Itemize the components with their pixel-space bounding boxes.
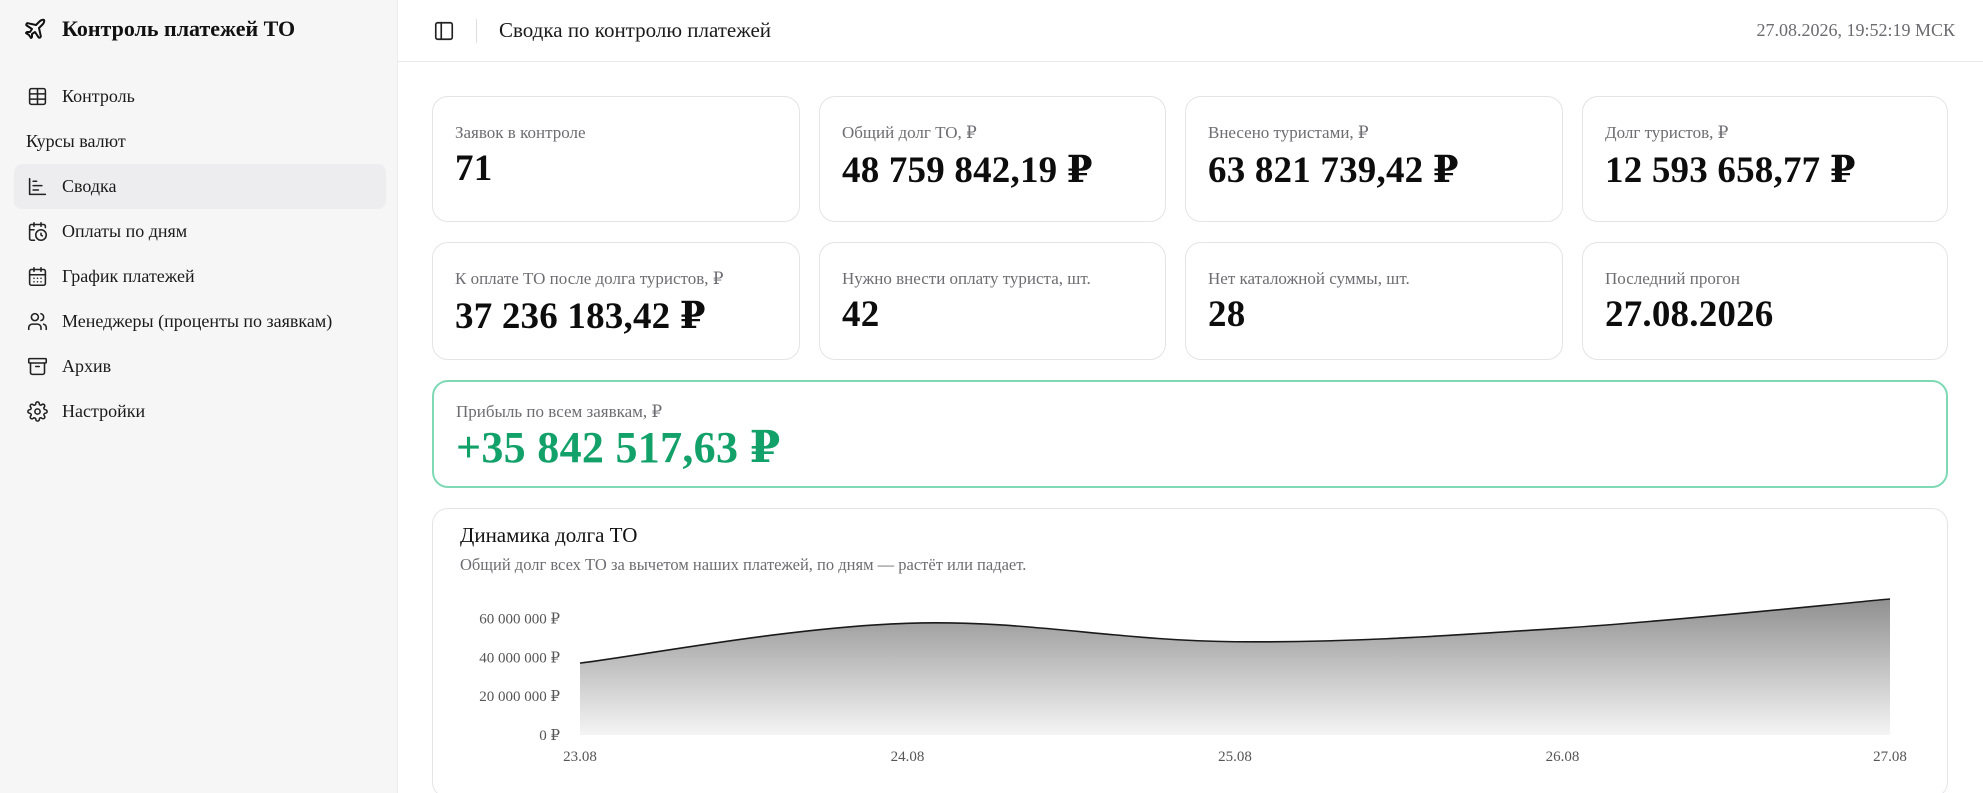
stat-label: Нет каталожной суммы, шт. xyxy=(1208,269,1410,288)
sidebar-item-label: Контроль xyxy=(62,86,135,106)
y-tick-label: 0 ₽ xyxy=(539,728,560,744)
stat-value: 37 236 183,42 ₽ xyxy=(455,296,706,337)
y-tick-label: 40 000 000 ₽ xyxy=(479,650,560,666)
sidebar-item-payments-by-day[interactable]: Оплаты по дням xyxy=(14,209,386,254)
sidebar-item-label: Менеджеры (проценты по заявкам) xyxy=(62,311,333,331)
archive-icon xyxy=(26,356,48,378)
sidebar-item-summary[interactable]: Сводка xyxy=(14,164,386,209)
calendar-icon xyxy=(26,266,48,288)
header-timestamp: 27.08.2026, 19:52:19 МСК xyxy=(1756,20,1955,40)
sidebar-item-label: Архив xyxy=(62,356,112,376)
profit-label: Прибыль по всем заявкам, ₽ xyxy=(456,402,663,421)
table-icon xyxy=(26,86,48,108)
sidebar-toggle-icon xyxy=(434,21,454,40)
stat-value: 42 xyxy=(842,294,880,335)
sidebar-item-label: Курсы валют xyxy=(26,131,126,151)
plane-icon xyxy=(22,16,48,42)
stat-card-paid-by-tourists: Внесено туристами, ₽ 63 821 739,42 ₽ xyxy=(1185,96,1563,222)
sidebar-item-settings[interactable]: Настройки xyxy=(14,389,386,434)
stat-value: 71 xyxy=(455,148,493,189)
sidebar-item-label: График платежей xyxy=(62,266,195,286)
x-tick-label: 24.08 xyxy=(891,749,925,765)
chart-title: Динамика долга ТО xyxy=(460,523,638,547)
stat-label: Последний прогон xyxy=(1605,269,1740,288)
calendar-clock-icon xyxy=(26,221,48,243)
sidebar-item-control[interactable]: Контроль xyxy=(14,74,386,119)
stat-value: 48 759 842,19 ₽ xyxy=(842,150,1093,191)
page-title: Сводка по контролю платежей xyxy=(499,18,772,42)
sidebar-item-label: Настройки xyxy=(62,401,146,421)
sidebar-toggle-button[interactable] xyxy=(432,19,456,43)
users-icon xyxy=(26,311,48,333)
bar-chart-icon xyxy=(26,176,48,198)
stat-label: К оплате ТО после долга туристов, ₽ xyxy=(455,269,724,288)
x-tick-label: 23.08 xyxy=(563,749,597,765)
stat-value: 27.08.2026 xyxy=(1605,294,1774,335)
profit-value: +35 842 517,63 ₽ xyxy=(456,423,781,472)
sidebar: Контроль платежей ТО Контроль Курсы валю… xyxy=(0,0,398,793)
gear-icon xyxy=(26,401,48,423)
stat-card-tourists-debt: Долг туристов, ₽ 12 593 658,77 ₽ xyxy=(1582,96,1948,222)
stat-card-no-catalog-sum: Нет каталожной суммы, шт. 28 xyxy=(1185,242,1563,360)
sidebar-item-currency-rates[interactable]: Курсы валют xyxy=(14,119,386,164)
chart-subtitle: Общий долг всех ТО за вычетом наших плат… xyxy=(460,555,1027,574)
sidebar-item-archive[interactable]: Архив xyxy=(14,344,386,389)
top-header: Сводка по контролю платежей 27.08.2026, … xyxy=(398,0,1983,62)
stat-card-to-pay-after-debt: К оплате ТО после долга туристов, ₽ 37 2… xyxy=(432,242,800,360)
stat-label: Общий долг ТО, ₽ xyxy=(842,123,977,142)
stat-value: 63 821 739,42 ₽ xyxy=(1208,150,1459,191)
y-tick-label: 20 000 000 ₽ xyxy=(479,689,560,705)
sidebar-item-managers[interactable]: Менеджеры (проценты по заявкам) xyxy=(14,299,386,344)
stat-card-last-run: Последний прогон 27.08.2026 xyxy=(1582,242,1948,360)
stat-value: 12 593 658,77 ₽ xyxy=(1605,150,1856,191)
x-tick-label: 27.08 xyxy=(1873,749,1907,765)
header-divider xyxy=(476,18,477,43)
profit-card: Прибыль по всем заявкам, ₽ +35 842 517,6… xyxy=(432,380,1948,488)
stat-label: Нужно внести оплату туриста, шт. xyxy=(842,269,1091,288)
debt-area-chart: 0 ₽20 000 000 ₽40 000 000 ₽60 000 000 ₽ … xyxy=(479,598,1907,765)
debt-area-fill xyxy=(580,599,1890,735)
stat-label: Долг туристов, ₽ xyxy=(1605,123,1729,142)
sidebar-item-payment-schedule[interactable]: График платежей xyxy=(14,254,386,299)
brand[interactable]: Контроль платежей ТО xyxy=(22,14,295,44)
debt-chart-card: 0 ₽20 000 000 ₽40 000 000 ₽60 000 000 ₽ … xyxy=(432,508,1948,793)
stat-label: Заявок в контроле xyxy=(455,123,586,142)
x-tick-label: 25.08 xyxy=(1218,749,1252,765)
stat-card-total-to-debt: Общий долг ТО, ₽ 48 759 842,19 ₽ xyxy=(819,96,1166,222)
stat-card-need-tourist-payment: Нужно внести оплату туриста, шт. 42 xyxy=(819,242,1166,360)
stat-value: 28 xyxy=(1208,294,1246,335)
sidebar-item-label: Сводка xyxy=(62,176,117,196)
sidebar-nav: Контроль Курсы валют Сводка Оплаты по дн… xyxy=(14,74,386,434)
x-tick-label: 26.08 xyxy=(1546,749,1580,765)
y-tick-label: 60 000 000 ₽ xyxy=(479,611,560,627)
sidebar-item-label: Оплаты по дням xyxy=(62,221,188,241)
stat-label: Внесено туристами, ₽ xyxy=(1208,123,1369,142)
brand-title: Контроль платежей ТО xyxy=(62,16,296,41)
stat-card-requests-in-control: Заявок в контроле 71 xyxy=(432,96,800,222)
